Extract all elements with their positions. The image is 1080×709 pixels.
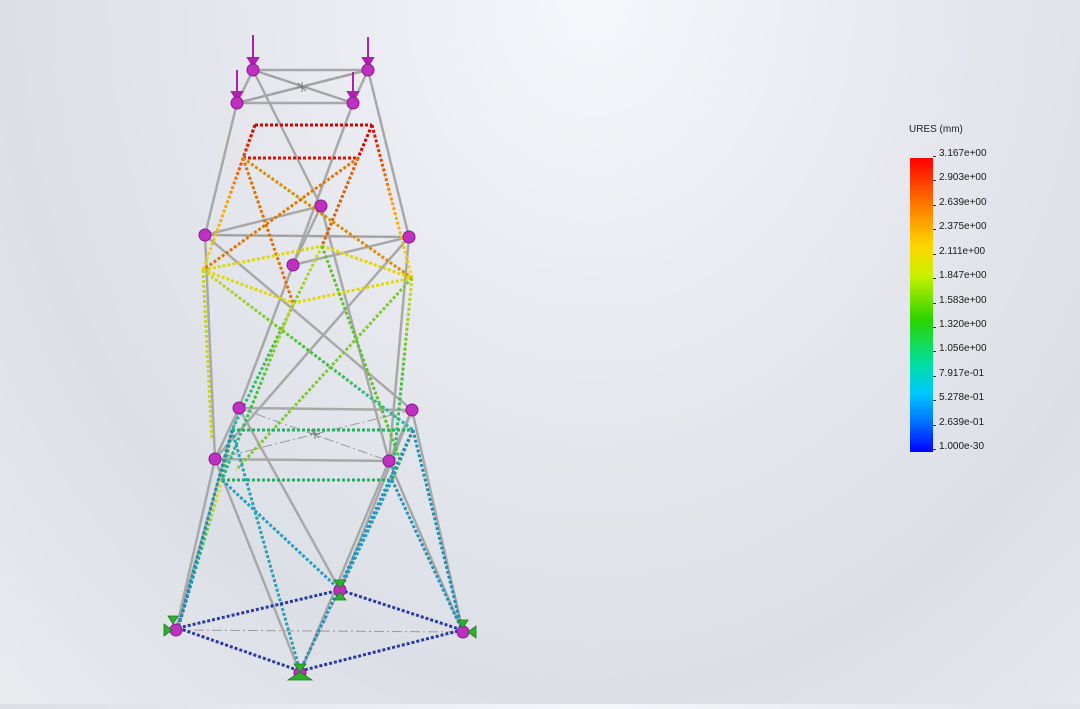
center-lines	[175, 69, 464, 674]
legend-tick: 2.903e+00	[933, 172, 987, 183]
legend-tick: 7.917e-01	[932, 368, 985, 379]
legend-tick: 3.167e+00	[933, 148, 987, 159]
legend-tick: 2.639e-01	[932, 417, 985, 428]
legend-tick: 1.000e-30	[932, 441, 985, 452]
legend-tick: 1.847e+00	[933, 270, 987, 281]
legend-color-bar	[910, 158, 933, 452]
legend-tick: 2.639e+00	[933, 197, 987, 208]
fea-results-viewport[interactable]: URES (mm) 3.167e+00 2.903e+00 2.639e+00 …	[0, 0, 1080, 704]
legend-title: URES (mm)	[909, 124, 963, 135]
joint-markers	[169, 63, 470, 680]
legend-tick: 1.056e+00	[933, 343, 987, 354]
legend-tick: 1.583e+00	[933, 295, 987, 306]
undeformed-structure	[174, 68, 465, 674]
legend-tick: 5.278e-01	[932, 392, 985, 403]
legend-tick: 1.320e+00	[933, 319, 987, 330]
legend-tick: 2.111e+00	[932, 246, 986, 257]
legend-tick: 2.375e+00	[933, 221, 987, 232]
color-legend: URES (mm) 3.167e+00 2.903e+00 2.639e+00 …	[905, 122, 1025, 462]
